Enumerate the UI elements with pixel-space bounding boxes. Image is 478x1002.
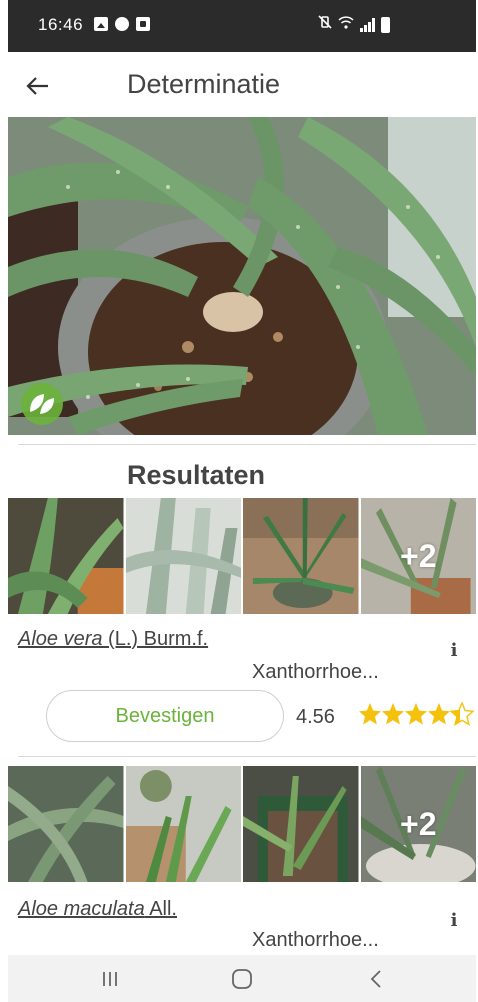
result-2-thumb-4[interactable]: +2 <box>360 766 476 882</box>
result-2-thumb-1[interactable] <box>8 766 124 882</box>
signal-icon <box>360 18 375 32</box>
plant-photo <box>8 117 476 435</box>
half-star-icon <box>449 702 475 726</box>
species-name-link[interactable]: Aloe vera (L.) Burm.f. <box>18 628 208 651</box>
result-1-thumb-3[interactable] <box>243 498 359 614</box>
home-icon <box>232 969 252 989</box>
back-button[interactable] <box>22 70 54 102</box>
match-score: 4.56 <box>296 706 335 728</box>
page-title: Determinatie <box>127 69 281 99</box>
result-1-thumb-4[interactable]: +2 <box>360 498 476 614</box>
family-name: Xanthorrhoe... <box>252 661 379 683</box>
status-time: 16:46 <box>38 15 84 34</box>
recent-apps-button[interactable] <box>95 965 125 993</box>
app-bar: Determinatie <box>8 52 476 120</box>
battery-icon <box>381 17 390 33</box>
result-1-thumb-2[interactable] <box>125 498 241 614</box>
info-icon[interactable]: i <box>448 911 460 931</box>
species-binomial: Aloe maculata <box>18 898 145 920</box>
recent-apps-icon <box>103 972 117 986</box>
status-bar: 16:46 <box>8 0 476 52</box>
star-icon <box>428 703 450 725</box>
species-authority: (L.) Burm.f. <box>102 628 209 650</box>
confirm-button[interactable]: Bevestigen <box>46 690 284 742</box>
spotify-icon <box>115 17 129 31</box>
species-authority: All. <box>144 898 177 920</box>
wifi-icon <box>338 15 354 32</box>
species-name-link[interactable]: Aloe maculata All. <box>18 898 177 921</box>
divider <box>18 756 476 757</box>
system-back-button[interactable] <box>361 965 391 993</box>
home-button[interactable] <box>227 965 257 993</box>
rating-stars <box>359 702 475 726</box>
mute-vibrate-icon <box>318 15 332 32</box>
leaf-icon <box>21 383 63 425</box>
square-app-icon <box>136 17 150 31</box>
aloe-photo-illustration <box>8 117 476 435</box>
more-photos-count: +2 <box>400 537 437 574</box>
info-icon[interactable]: i <box>448 641 460 661</box>
status-icons-left <box>94 17 150 31</box>
arrow-left-icon <box>26 77 48 95</box>
image-icon <box>94 17 108 31</box>
divider <box>18 444 476 445</box>
result-1-gallery: +2 <box>8 498 476 614</box>
star-icon <box>359 703 381 725</box>
system-nav-bar <box>8 955 476 1002</box>
result-2-thumb-3[interactable] <box>243 766 359 882</box>
star-icon <box>405 703 427 725</box>
result-2-gallery: +2 <box>8 766 476 882</box>
back-icon <box>370 970 381 988</box>
species-binomial: Aloe vera <box>18 628 103 650</box>
results-heading: Resultaten <box>127 460 266 490</box>
result-1-thumb-1[interactable] <box>8 498 124 614</box>
family-name: Xanthorrhoe... <box>252 929 379 951</box>
more-photos-count: +2 <box>400 805 437 842</box>
status-icons-right <box>318 15 390 33</box>
star-icon <box>382 703 404 725</box>
result-2-thumb-2[interactable] <box>125 766 241 882</box>
